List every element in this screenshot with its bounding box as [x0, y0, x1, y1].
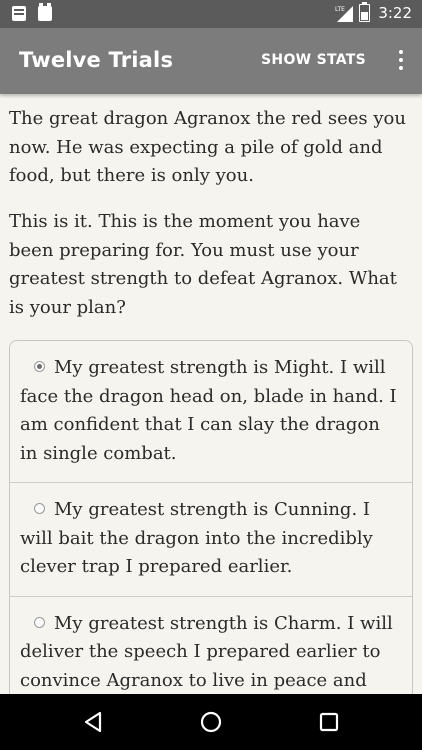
- cat-notification-icon: [38, 3, 52, 21]
- story-paragraph: The great dragon Agranox the red sees yo…: [9, 108, 406, 186]
- notification-area: [12, 3, 52, 21]
- app-title: Twelve Trials: [19, 48, 174, 72]
- choice-might[interactable]: My greatest strength is Might. I will fa…: [10, 341, 412, 483]
- radio-unchecked-icon[interactable]: [34, 503, 45, 514]
- system-status-area: LTE 3:22: [335, 2, 412, 22]
- choice-list: My greatest strength is Might. I will fa…: [9, 340, 413, 694]
- story-content[interactable]: The great dragon Agranox the red sees yo…: [0, 94, 422, 694]
- clock: 3:22: [378, 4, 412, 22]
- app-bar: Twelve Trials SHOW STATS: [0, 28, 422, 94]
- choice-cunning[interactable]: My greatest strength is Cunning. I will …: [10, 483, 412, 597]
- home-circle-icon[interactable]: [199, 710, 223, 734]
- recents-square-icon[interactable]: [317, 710, 341, 734]
- choice-text: My greatest strength is Cunning. I will …: [20, 499, 373, 577]
- document-notification-icon: [12, 6, 26, 21]
- battery-icon: [359, 2, 371, 22]
- back-triangle-icon[interactable]: [82, 710, 106, 734]
- svg-text:LTE: LTE: [335, 6, 345, 13]
- choice-charm[interactable]: My greatest strength is Charm. I will de…: [10, 597, 412, 695]
- lte-signal-icon: LTE: [335, 4, 354, 22]
- choice-text: My greatest strength is Might. I will fa…: [20, 357, 397, 464]
- show-stats-button[interactable]: SHOW STATS: [261, 52, 366, 68]
- story-paragraph: This is it. This is the moment you have …: [9, 211, 397, 318]
- navigation-bar: [0, 694, 422, 750]
- choice-text: My greatest strength is Charm. I will de…: [20, 612, 393, 691]
- radio-unchecked-icon[interactable]: [34, 616, 45, 628]
- status-bar: LTE 3:22: [0, 0, 422, 28]
- more-vert-icon[interactable]: [398, 50, 404, 72]
- radio-checked-icon[interactable]: [34, 361, 45, 372]
